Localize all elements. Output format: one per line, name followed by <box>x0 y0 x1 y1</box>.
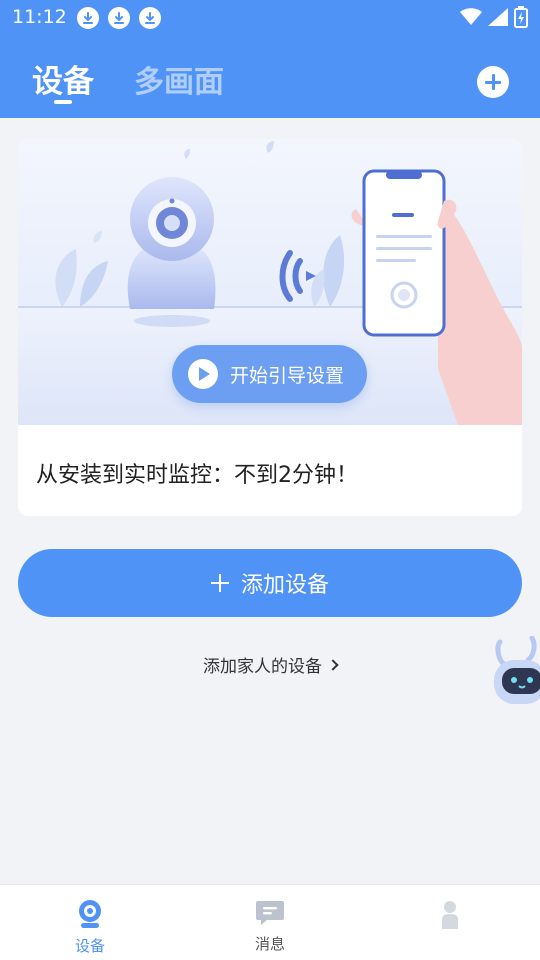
battery-icon <box>514 6 528 28</box>
plus-icon <box>210 574 229 592</box>
guide-card: 开始引导设置 从安装到实时监控：不到2分钟！ <box>18 139 522 516</box>
bottom-nav: 设备 消息 <box>0 884 540 960</box>
nav-label-devices: 设备 <box>74 937 105 955</box>
signal-icon <box>488 8 508 26</box>
system-icons <box>460 5 528 29</box>
camera-icon <box>79 900 101 928</box>
add-device-label: 添加设备 <box>240 573 329 598</box>
assistant-robot-icon[interactable] <box>492 635 540 714</box>
download-icon <box>139 7 161 29</box>
add-icon-button[interactable] <box>477 66 509 98</box>
guide-illustration: 开始引导设置 <box>18 139 522 425</box>
download-icon <box>77 7 99 29</box>
header: 11:12 设备 多画面 <box>0 0 540 118</box>
start-guide-button[interactable]: 开始引导设置 <box>172 345 367 403</box>
tab-multi-view[interactable]: 多画面 <box>134 57 224 101</box>
tab-indicator <box>54 100 72 104</box>
add-family-device-link[interactable]: 添加家人的设备 <box>0 652 540 677</box>
tab-multi-view-label: 多画面 <box>134 65 224 100</box>
nav-item-profile[interactable] <box>405 899 495 957</box>
chevron-right-icon <box>327 658 339 671</box>
add-device-button[interactable]: 添加设备 <box>18 549 522 617</box>
status-time: 11:12 <box>12 6 67 28</box>
nav-item-messages[interactable]: 消息 <box>225 899 315 957</box>
profile-icon <box>442 901 458 929</box>
tab-devices-label: 设备 <box>32 64 94 100</box>
download-icon <box>108 7 130 29</box>
nav-item-devices[interactable]: 设备 <box>45 899 135 957</box>
wifi-icon <box>460 8 482 25</box>
start-guide-label: 开始引导设置 <box>230 364 345 387</box>
play-icon <box>188 359 218 389</box>
nav-label-messages: 消息 <box>254 935 285 953</box>
status-bar: 11:12 <box>0 0 540 36</box>
tab-devices[interactable]: 设备 <box>32 56 94 104</box>
guide-caption: 从安装到实时监控：不到2分钟！ <box>36 463 358 488</box>
add-family-device-label: 添加家人的设备 <box>203 657 322 677</box>
message-icon <box>256 901 284 925</box>
header-tabs: 设备 多画面 <box>32 56 224 104</box>
